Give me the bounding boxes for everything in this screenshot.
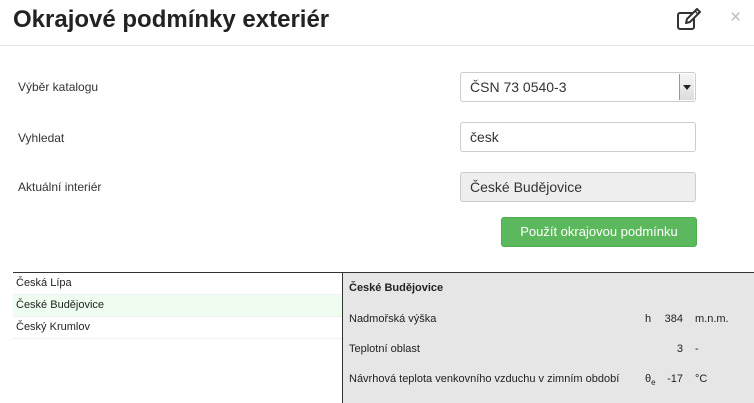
search-input[interactable] [460,122,696,152]
list-item[interactable]: Český Krumlov [13,317,343,339]
detail-row-unit: °C [695,373,708,385]
current-interior-label: Aktuální interiér [18,180,102,194]
detail-row-label: Návrhová teplota venkovního vzduchu v zi… [349,373,620,385]
detail-row-value: 3 [676,343,683,355]
detail-row-symbol: h [645,313,652,325]
detail-row-unit: m.n.m. [695,313,729,325]
header-divider [0,45,754,46]
detail-row-value: 384 [664,313,683,325]
list-item[interactable]: Česká Lípa [13,272,343,295]
catalog-label: Výběr katalogu [18,80,99,94]
dialog-title: Okrajové podmínky exteriér [13,6,330,33]
chevron-down-icon[interactable] [679,74,694,100]
location-list: Česká Lípa České Budějovice Český Krumlo… [13,272,343,339]
current-interior-field: České Budějovice [460,172,696,202]
apply-condition-button[interactable]: Použít okrajovou podmínku [501,217,697,247]
detail-row-symbol: θe [645,373,656,388]
catalog-select[interactable]: ČSN 73 0540-3 [460,72,696,102]
detail-row-label: Teplotní oblast [349,343,420,355]
search-label: Vyhledat [18,131,65,145]
list-item-selected[interactable]: České Budějovice [13,295,343,317]
detail-row-value: -17 [667,373,683,385]
edit-icon[interactable] [676,8,702,32]
close-icon[interactable]: × [730,8,741,27]
detail-title: České Budějovice [349,282,444,294]
detail-row-label: Nadmořská výška [349,313,437,325]
catalog-select-value: ČSN 73 0540-3 [470,79,567,95]
detail-panel: České Budějovice Nadmořská výška h 384 m… [342,272,754,403]
detail-row-unit: - [695,343,699,355]
